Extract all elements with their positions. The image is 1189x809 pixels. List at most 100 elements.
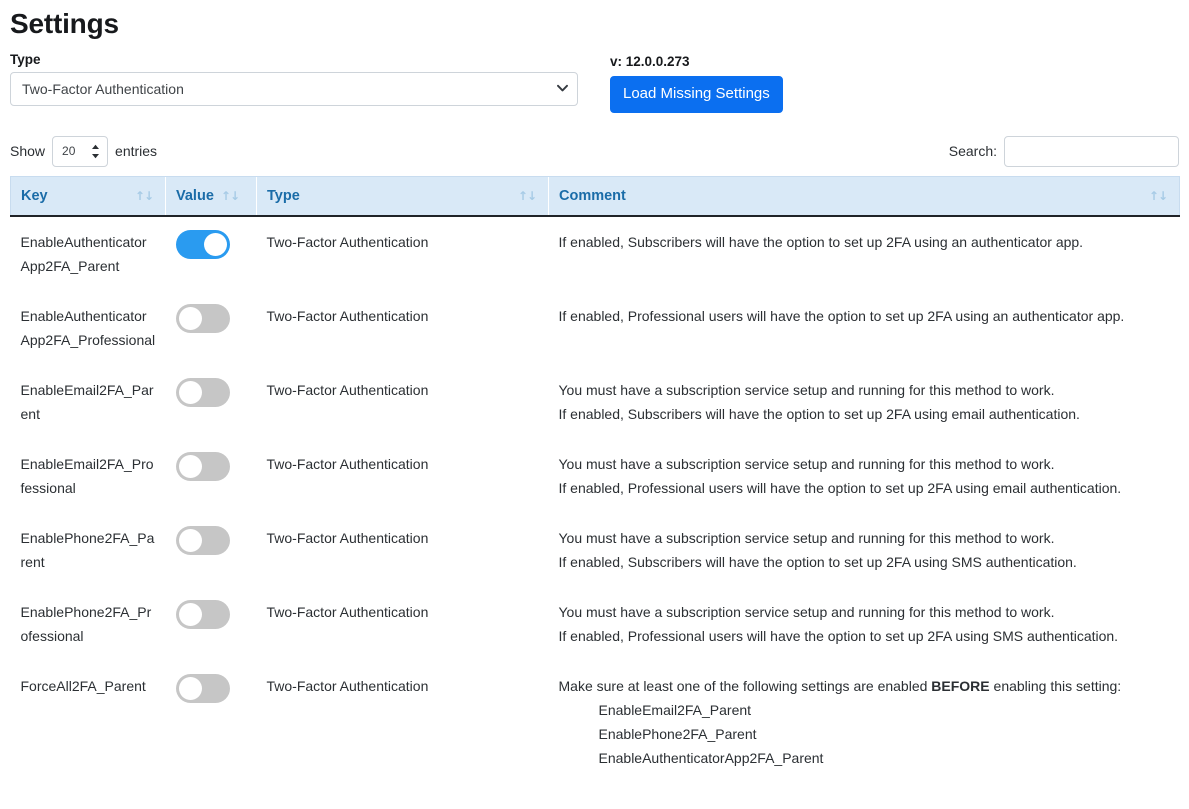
column-header-comment-label: Comment xyxy=(559,188,626,204)
cell-type: Two-Factor Authentication xyxy=(257,513,549,587)
comment-text: Make sure at least one of the following … xyxy=(559,678,932,694)
cell-type: Two-Factor Authentication xyxy=(257,216,549,291)
page-length-group: Show 20 entries xyxy=(10,136,157,167)
comment-text: enabling this setting: xyxy=(990,678,1122,694)
filter-row: Type Two-Factor Authentication v: 12.0.0… xyxy=(10,52,1179,113)
table-header-row: Key ↑↓ Value ↑↓ Type ↑↓ xyxy=(11,177,1180,217)
cell-comment: You must have a subscription service set… xyxy=(549,365,1180,439)
toggle-knob xyxy=(179,603,202,626)
cell-comment: You must have a subscription service set… xyxy=(549,513,1180,587)
cell-value xyxy=(166,291,257,365)
value-toggle[interactable] xyxy=(176,230,230,259)
cell-key: EnableAuthenticatorApp2FA_Parent xyxy=(11,216,166,291)
toggle-knob xyxy=(179,381,202,404)
type-filter-group: Type Two-Factor Authentication xyxy=(10,52,578,106)
type-label: Type xyxy=(10,52,578,67)
cell-value xyxy=(166,661,257,783)
cell-key: EnableEmail2FA_Parent xyxy=(11,365,166,439)
comment-line: You must have a subscription service set… xyxy=(559,526,1170,550)
comment-line: If enabled, Subscribers will have the op… xyxy=(559,550,1170,574)
toggle-knob xyxy=(179,677,202,700)
sort-updown-icon: ↑↓ xyxy=(518,190,536,202)
cell-value xyxy=(166,439,257,513)
value-toggle[interactable] xyxy=(176,526,230,555)
comment-line: If enabled, Professional users will have… xyxy=(559,624,1170,648)
value-toggle[interactable] xyxy=(176,600,230,629)
show-label: Show xyxy=(10,141,45,161)
table-controls: Show 20 entries Search: xyxy=(10,135,1179,167)
column-header-value[interactable]: Value ↑↓ xyxy=(166,177,257,217)
value-toggle[interactable] xyxy=(176,452,230,481)
column-header-type-label: Type xyxy=(267,188,300,204)
cell-comment: If enabled, Professional users will have… xyxy=(549,291,1180,365)
cell-comment: You must have a subscription service set… xyxy=(549,439,1180,513)
cell-comment: Make sure at least one of the following … xyxy=(549,661,1180,783)
cell-key: ForceAll2FA_Parent xyxy=(11,661,166,783)
sort-updown-icon: ↑↓ xyxy=(1149,190,1167,202)
settings-page: Settings Type Two-Factor Authentication … xyxy=(0,4,1189,783)
toggle-knob xyxy=(204,233,227,256)
cell-type: Two-Factor Authentication xyxy=(257,439,549,513)
comment-line: You must have a subscription service set… xyxy=(559,452,1170,476)
cell-value xyxy=(166,216,257,291)
comment-line: If enabled, Professional users will have… xyxy=(559,304,1170,328)
sort-updown-icon: ↑↓ xyxy=(135,190,153,202)
column-header-type[interactable]: Type ↑↓ xyxy=(257,177,549,217)
value-toggle[interactable] xyxy=(176,674,230,703)
cell-type: Two-Factor Authentication xyxy=(257,291,549,365)
cell-key: EnablePhone2FA_Parent xyxy=(11,513,166,587)
table-row: EnableAuthenticatorApp2FA_Parent Two-Fact… xyxy=(11,216,1180,291)
column-header-comment[interactable]: Comment ↑↓ xyxy=(549,177,1180,217)
comment-emphasis: BEFORE xyxy=(931,678,989,694)
cell-type: Two-Factor Authentication xyxy=(257,365,549,439)
search-group: Search: xyxy=(949,136,1179,167)
sort-updown-icon: ↑↓ xyxy=(221,190,239,202)
cell-key: EnableEmail2FA_Professional xyxy=(11,439,166,513)
page-length-select[interactable]: 20 xyxy=(52,136,108,167)
comment-list-item: EnablePhone2FA_Parent xyxy=(559,722,1170,746)
cell-type: Two-Factor Authentication xyxy=(257,661,549,783)
version-group: v: 12.0.0.273 Load Missing Settings xyxy=(610,52,783,113)
type-select-wrapper: Two-Factor Authentication xyxy=(10,72,578,106)
table-row: EnablePhone2FA_Parent Two-Factor Authenti… xyxy=(11,513,1180,587)
cell-value xyxy=(166,513,257,587)
version-text: v: 12.0.0.273 xyxy=(610,53,783,71)
search-label: Search: xyxy=(949,141,997,161)
cell-comment: If enabled, Subscribers will have the op… xyxy=(549,216,1180,291)
comment-list-item: EnableEmail2FA_Parent xyxy=(559,698,1170,722)
table-row: EnablePhone2FA_Professional Two-Factor Au… xyxy=(11,587,1180,661)
cell-value xyxy=(166,587,257,661)
column-header-value-label: Value xyxy=(176,188,214,204)
toggle-knob xyxy=(179,529,202,552)
comment-line: If enabled, Subscribers will have the op… xyxy=(559,230,1170,254)
table-row: EnableEmail2FA_Parent Two-Factor Authenti… xyxy=(11,365,1180,439)
comment-line: If enabled, Subscribers will have the op… xyxy=(559,402,1170,426)
table-row: EnableAuthenticatorApp2FA_Professional Tw… xyxy=(11,291,1180,365)
type-select[interactable]: Two-Factor Authentication xyxy=(10,72,578,106)
toggle-knob xyxy=(179,307,202,330)
comment-line: You must have a subscription service set… xyxy=(559,378,1170,402)
comment-line: Make sure at least one of the following … xyxy=(559,674,1170,698)
page-length-wrapper: 20 xyxy=(52,136,108,167)
load-missing-settings-button[interactable]: Load Missing Settings xyxy=(610,76,783,113)
column-header-key[interactable]: Key ↑↓ xyxy=(11,177,166,217)
page-title: Settings xyxy=(10,4,1179,44)
cell-key: EnablePhone2FA_Professional xyxy=(11,587,166,661)
entries-label: entries xyxy=(115,141,157,161)
comment-list-item: EnableAuthenticatorApp2FA_Parent xyxy=(559,746,1170,770)
column-header-key-label: Key xyxy=(21,188,48,204)
value-toggle[interactable] xyxy=(176,378,230,407)
table-body: EnableAuthenticatorApp2FA_Parent Two-Fact… xyxy=(11,216,1180,783)
comment-line: You must have a subscription service set… xyxy=(559,600,1170,624)
table-head: Key ↑↓ Value ↑↓ Type ↑↓ xyxy=(11,177,1180,217)
table-row: EnableEmail2FA_Professional Two-Factor Au… xyxy=(11,439,1180,513)
cell-comment: You must have a subscription service set… xyxy=(549,587,1180,661)
cell-key: EnableAuthenticatorApp2FA_Professional xyxy=(11,291,166,365)
comment-line: If enabled, Professional users will have… xyxy=(559,476,1170,500)
settings-table: Key ↑↓ Value ↑↓ Type ↑↓ xyxy=(10,176,1180,783)
search-input[interactable] xyxy=(1004,136,1179,167)
cell-value xyxy=(166,365,257,439)
cell-type: Two-Factor Authentication xyxy=(257,587,549,661)
value-toggle[interactable] xyxy=(176,304,230,333)
toggle-knob xyxy=(179,455,202,478)
